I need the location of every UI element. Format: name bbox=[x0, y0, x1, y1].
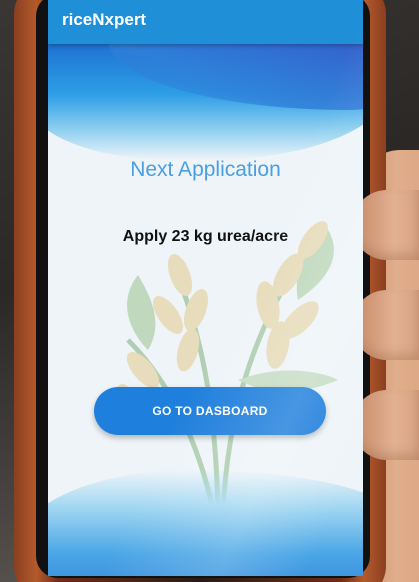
app-screen: riceNxpert Next Application Apply 23 kg … bbox=[48, 0, 363, 576]
photo-scene: riceNxpert Next Application Apply 23 kg … bbox=[0, 0, 419, 582]
app-title: riceNxpert bbox=[62, 10, 147, 29]
main-content: Next Application Apply 23 kg urea/acre G… bbox=[48, 0, 363, 576]
page-title: Next Application bbox=[130, 158, 281, 181]
recommendation-message: Apply 23 kg urea/acre bbox=[122, 228, 289, 245]
go-to-dashboard-button[interactable]: GO TO DASBOARD bbox=[94, 387, 326, 435]
app-bar: riceNxpert bbox=[48, 0, 363, 44]
